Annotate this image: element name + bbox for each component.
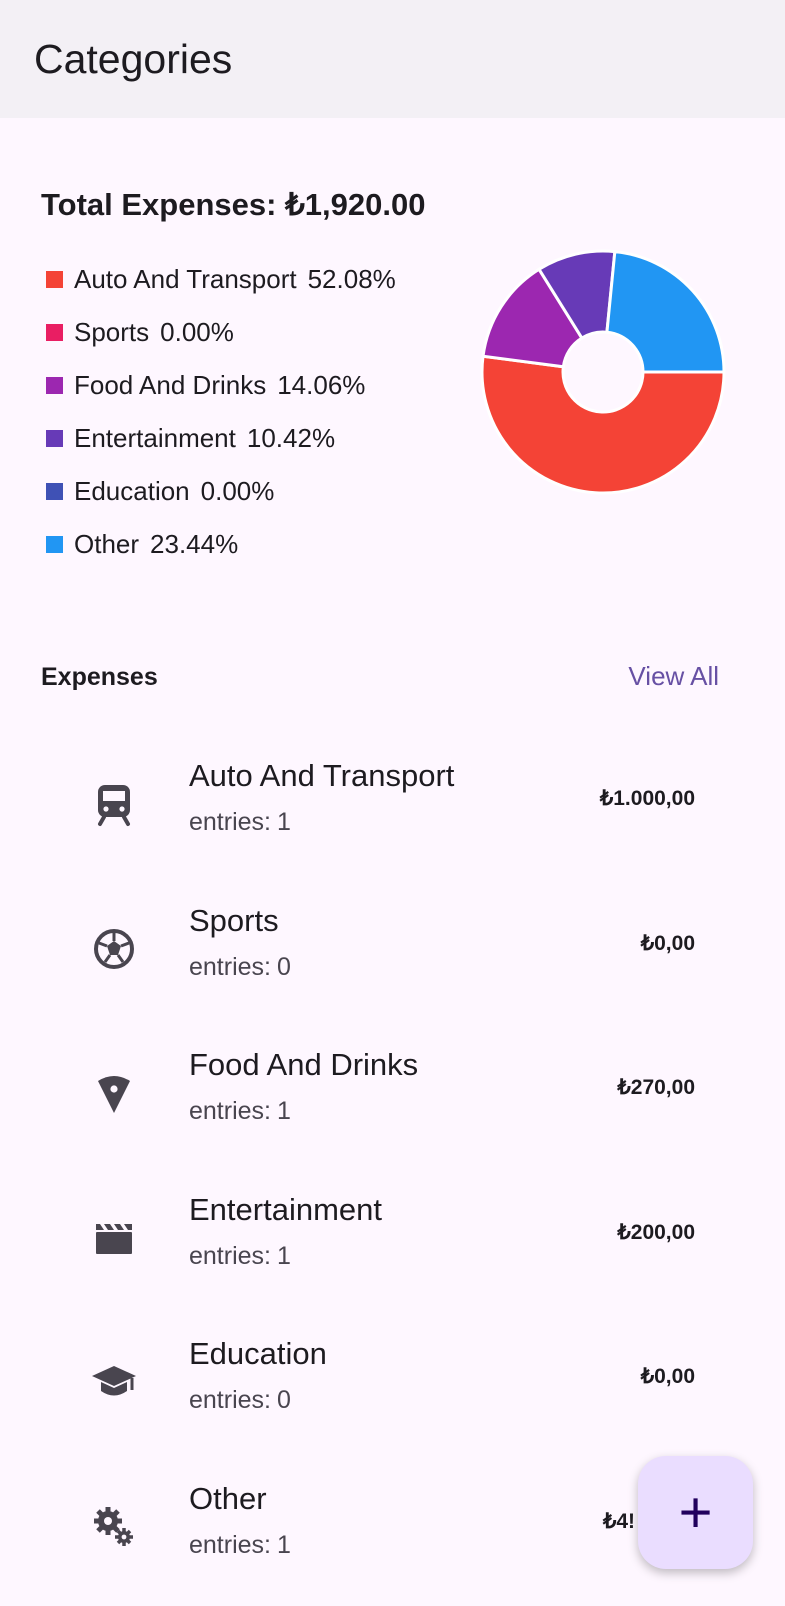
legend-item: Education 0.00%	[46, 465, 396, 518]
view-all-link[interactable]: View All	[628, 661, 719, 692]
legend-percent: 10.42%	[246, 423, 336, 453]
legend-swatch	[46, 536, 63, 553]
entries-count: 1	[276, 808, 291, 836]
legend-item: Sports 0.00%	[46, 306, 396, 359]
category-amount: ₺0,00	[640, 1365, 695, 1388]
category-amount: ₺200,00	[617, 1221, 695, 1244]
category-amount: ₺0,00	[640, 932, 695, 955]
legend-swatch	[46, 483, 63, 500]
category-entries: entries: 1	[189, 1531, 291, 1560]
legend-swatch	[46, 324, 63, 341]
legend-label: Sports	[74, 317, 150, 347]
chart-legend: Auto And Transport 52.08% Sports 0.00% F…	[46, 253, 396, 571]
legend-item: Entertainment 10.42%	[46, 412, 396, 465]
category-amount: ₺1.000,00	[599, 787, 695, 810]
category-row-entertainment[interactable]: Entertainment entries: 1 ₺200,00	[0, 1170, 785, 1317]
entries-count: 1	[276, 1531, 291, 1559]
category-entries: entries: 0	[189, 1386, 291, 1415]
graduation-cap-icon	[90, 1358, 138, 1406]
donut-slice-other	[605, 249, 726, 374]
legend-label: Entertainment	[74, 423, 236, 453]
total-label: Total Expenses:	[41, 187, 277, 222]
category-name: Education	[189, 1336, 327, 1371]
legend-percent: 0.00%	[200, 476, 275, 506]
total-amount: ₺1,920.00	[285, 187, 426, 222]
category-row-education[interactable]: Education entries: 0 ₺0,00	[0, 1314, 785, 1461]
legend-swatch	[46, 430, 63, 447]
category-name: Other	[189, 1481, 267, 1516]
donut-slice-auto-and-transport	[480, 354, 726, 495]
entries-label: entries:	[189, 1531, 271, 1559]
add-category-button[interactable]: +	[638, 1456, 753, 1569]
category-amount: ₺4!	[602, 1510, 635, 1533]
legend-item: Auto And Transport 52.08%	[46, 253, 396, 306]
legend-percent: 23.44%	[150, 529, 239, 559]
category-entries: entries: 1	[189, 808, 291, 837]
pizza-icon	[90, 1069, 138, 1117]
legend-label: Education	[74, 476, 190, 506]
expenses-section-title: Expenses	[41, 663, 158, 691]
category-amount: ₺270,00	[617, 1076, 695, 1099]
legend-percent: 0.00%	[160, 317, 234, 347]
entries-count: 0	[276, 1386, 291, 1414]
entries-label: entries:	[189, 953, 271, 981]
total-expenses: Total Expenses: ₺1,920.00	[41, 187, 425, 223]
clapperboard-icon	[90, 1214, 138, 1262]
category-name: Auto And Transport	[189, 758, 455, 793]
legend-percent: 52.08%	[307, 264, 396, 294]
entries-label: entries:	[189, 1097, 271, 1125]
add-icon: +	[678, 1479, 713, 1545]
legend-percent: 14.06%	[277, 370, 366, 400]
category-entries: entries: 1	[189, 1242, 291, 1271]
soccer-ball-icon	[90, 925, 138, 973]
legend-item: Other 23.44%	[46, 518, 396, 571]
entries-count: 1	[276, 1242, 291, 1270]
category-name: Sports	[189, 903, 279, 938]
expenses-donut-chart	[480, 249, 726, 495]
legend-swatch	[46, 271, 63, 288]
entries-label: entries:	[189, 808, 271, 836]
category-row-sports[interactable]: Sports entries: 0 ₺0,00	[0, 881, 785, 1028]
legend-label: Food And Drinks	[74, 370, 267, 400]
app-bar: Categories	[0, 0, 785, 118]
entries-label: entries:	[189, 1386, 271, 1414]
entries-count: 0	[276, 953, 291, 981]
category-name: Food And Drinks	[189, 1047, 419, 1082]
legend-swatch	[46, 377, 63, 394]
category-entries: entries: 0	[189, 953, 291, 982]
gears-icon	[90, 1503, 138, 1551]
category-row-auto-and-transport[interactable]: Auto And Transport entries: 1 ₺1.000,00	[0, 736, 785, 883]
train-icon	[90, 780, 138, 828]
category-row-food-and-drinks[interactable]: Food And Drinks entries: 1 ₺270,00	[0, 1025, 785, 1172]
legend-item: Food And Drinks 14.06%	[46, 359, 396, 412]
legend-label: Auto And Transport	[74, 264, 297, 294]
entries-count: 1	[276, 1097, 291, 1125]
legend-label: Other	[74, 529, 140, 559]
category-entries: entries: 1	[189, 1097, 291, 1126]
category-name: Entertainment	[189, 1192, 382, 1227]
entries-label: entries:	[189, 1242, 271, 1270]
page-title: Categories	[34, 36, 233, 82]
